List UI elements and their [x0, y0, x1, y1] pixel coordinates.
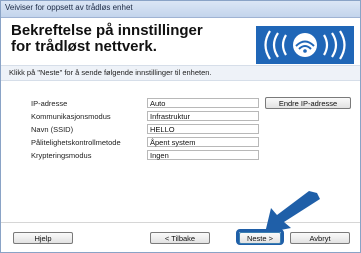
value-encryption-mode: Ingen: [147, 150, 259, 160]
value-ssid: HELLO: [147, 124, 259, 134]
value-ip-address: Auto: [147, 98, 259, 108]
value-auth-method: Åpent system: [147, 137, 259, 147]
label-ssid: Navn (SSID): [31, 125, 74, 134]
cancel-button[interactable]: Avbryt: [290, 232, 350, 244]
page-title: Bekreftelse på innstillinger for trådløs…: [11, 22, 203, 55]
wizard-header: Bekreftelse på innstillinger for trådløs…: [1, 18, 360, 65]
title-bar: Veiviser for oppsett av trådløs enhet: [1, 1, 360, 18]
change-ip-button[interactable]: Endre IP-adresse: [265, 97, 351, 109]
wizard-window: Veiviser for oppsett av trådløs enhet Be…: [0, 0, 361, 253]
value-communication-mode: Infrastruktur: [147, 111, 259, 121]
label-ip-address: IP-adresse: [31, 99, 68, 108]
label-encryption-mode: Krypteringsmodus: [31, 151, 92, 160]
window-title: Veiviser for oppsett av trådløs enhet: [5, 3, 133, 12]
back-button[interactable]: < Tilbake: [150, 232, 210, 244]
help-button[interactable]: Hjelp: [13, 232, 73, 244]
instruction-text: Klikk på "Neste" for å sende følgende in…: [9, 68, 212, 77]
label-auth-method: Pålitelighetskontrollmetode: [31, 138, 121, 147]
wireless-logo-icon: [256, 26, 354, 64]
instruction-bar: Klikk på "Neste" for å sende følgende in…: [1, 65, 360, 81]
label-communication-mode: Kommunikasjonsmodus: [31, 112, 111, 121]
next-button[interactable]: Neste >: [239, 232, 281, 244]
